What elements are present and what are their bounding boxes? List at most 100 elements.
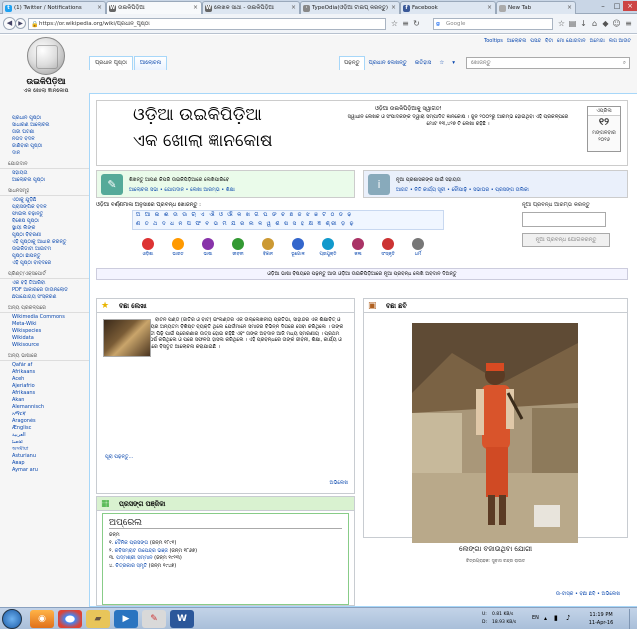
- item-link[interactable]: ଦୈନିକ ପ୍ରସଙ୍ଗ: [115, 540, 148, 546]
- sidebar-link[interactable]: Afrikaans: [0, 369, 90, 376]
- tab-facebook[interactable]: f Facebook ×: [400, 1, 496, 14]
- personal-link[interactable]: ଲଗ ଆଉଟ: [609, 38, 631, 44]
- featured-image[interactable]: [103, 319, 151, 357]
- close-icon[interactable]: ×: [193, 2, 198, 14]
- sidebar-link[interactable]: ସ୍ଥାୟୀ ଲିଙ୍କ: [0, 225, 90, 232]
- help-links[interactable]: ଆଗତ • ନିତି କାର୍ଯ୍ୟ ସୂଚୀ • ଚୌପାଢ଼ି • ସଭାଘ…: [396, 187, 529, 193]
- sidebar-link[interactable]: ତାଜା ଘଟଣା: [0, 129, 90, 136]
- alphabet-row[interactable]: ଅ ଆ ଇ ଈ ଉ ଊ ଋ ଏ ଐ ଓ ଔ କ ଖ ଗ ଘ ଙ ଚ ଛ ଜ ଝ …: [133, 211, 443, 220]
- firefox-icon[interactable]: ◉: [30, 610, 54, 628]
- tab-main-page[interactable]: ପ୍ରଧାନ ପୃଷ୍ଠା: [89, 56, 133, 70]
- sidebar-heading[interactable]: ଅନ୍ୟ ଭାଷାରେ: [0, 353, 90, 361]
- sidebar-link[interactable]: ବିଶେଷ ପୃଷ୍ଠା: [0, 218, 90, 225]
- personal-link[interactable]: ପସନ୍ଦ: [530, 38, 541, 44]
- sidebar-link[interactable]: Wikimedia Commons: [0, 314, 90, 321]
- portal-link[interactable]: କଳା: [348, 238, 368, 257]
- sidebar-link[interactable]: العربية: [0, 432, 90, 439]
- tab-lekhak[interactable]: W ଲେଖକ ସାଥୀ - ଉଇକିପିଡ଼ିଆ ×: [202, 1, 300, 14]
- sidebar-link[interactable]: ଏଠାକୁ ଯୁଡ଼ିଛି: [0, 197, 90, 204]
- portal-link[interactable]: ଧର୍ମ: [408, 238, 428, 257]
- close-icon[interactable]: ×: [291, 2, 296, 14]
- contribute-heading[interactable]: ଶିଖନ୍ତୁ ଆପଣ କିପରି ଉଇକିପିଡ଼ିଆରେ ଲେଖିପାରିବ…: [129, 177, 229, 183]
- search-icon[interactable]: ⌕: [623, 58, 626, 68]
- explorer-icon[interactable]: ▰: [86, 610, 110, 628]
- sync-icon[interactable]: ☺: [612, 19, 621, 28]
- watch-star-icon[interactable]: ☆: [435, 57, 448, 69]
- tray-arrow-icon[interactable]: ▴: [544, 615, 547, 622]
- chrome-icon[interactable]: [58, 610, 82, 628]
- wikipedia-logo[interactable]: ଉଇକିପିଡ଼ିଆ ଏକ ଖୋଲା ଜ୍ଞାନକୋଷ: [14, 37, 78, 99]
- personal-link[interactable]: Tooltips: [484, 38, 503, 44]
- sidebar-link[interactable]: Asturianu: [0, 453, 90, 460]
- sidebar-link[interactable]: ଏହି ପୃଷ୍ଠାକୁ ଆଧାର କରନ୍ତୁ: [0, 239, 90, 246]
- tab-talk[interactable]: ଆଲୋଚନା: [133, 56, 168, 70]
- sidebar-link[interactable]: አማርኛ: [0, 411, 90, 418]
- portal-link[interactable]: ଭାରତ: [168, 238, 188, 257]
- portal-link[interactable]: ଓଡ଼ିଶା: [138, 238, 158, 257]
- library-icon[interactable]: ▤: [568, 19, 577, 28]
- sidebar-link[interactable]: Afrikaans: [0, 390, 90, 397]
- sidebar-link[interactable]: ଏକ ବହି ତିଆରିବା: [0, 280, 90, 287]
- sidebar-link[interactable]: Wikisource: [0, 342, 90, 349]
- item-link[interactable]: ପଦ୍ମଶ୍ରୀ ସମ୍ମାନ: [116, 555, 152, 561]
- tab-typeodia[interactable]: · TypeOdia(ଓଡ଼ିଆ ଟାଇପ୍ କରନ୍ତୁ) ×: [300, 1, 400, 14]
- clock[interactable]: 11:19 PM 11-Apr-16: [581, 611, 621, 627]
- sidebar-link[interactable]: Akan: [0, 397, 90, 404]
- download-icon[interactable]: ↓: [579, 19, 588, 28]
- portal-link[interactable]: ସଂସ୍କୃତି: [378, 238, 398, 257]
- sidebar-link[interactable]: অসমীয়া: [0, 446, 90, 453]
- sidebar-link[interactable]: Ænglisc: [0, 425, 90, 432]
- sidebar-link[interactable]: ସାଧାରଣ ଆଲୋଚନା: [0, 122, 90, 129]
- close-icon[interactable]: ×: [391, 2, 396, 14]
- sidebar-heading[interactable]: ଅନ୍ୟ ପ୍ରକଳ୍ପରେ: [0, 305, 90, 313]
- reload-icon[interactable]: ↻: [412, 19, 421, 28]
- address-bar[interactable]: 🔒 https://or.wikipedia.org/wiki/ପ୍ରଧାନ_ପ…: [28, 18, 386, 30]
- archive-link[interactable]: ଅଭିଲେଖ: [330, 480, 348, 486]
- home-icon[interactable]: ⌂: [590, 19, 599, 28]
- bookmark-star-icon[interactable]: ☆: [390, 19, 399, 28]
- sidebar-link[interactable]: ଉଇକିଡାଟା ଆଇଟମ: [0, 246, 90, 253]
- sidebar-link[interactable]: Wikidata: [0, 335, 90, 342]
- sidebar-link[interactable]: ܐܪܡܝܐ: [0, 439, 90, 446]
- sidebar-heading[interactable]: ଯୋଗଦାନ: [0, 161, 90, 169]
- portal-link[interactable]: ପ୍ରଯୁକ୍ତି: [318, 238, 338, 257]
- sidebar-link[interactable]: Ajeriafrio: [0, 383, 90, 390]
- sidebar-link[interactable]: Meta-Wiki: [0, 321, 90, 328]
- star-list-icon[interactable]: ☆: [557, 19, 566, 28]
- personal-link[interactable]: ମୋ ଯୋଗଦାନ: [557, 38, 586, 44]
- sidebar-link[interactable]: Wikispecies: [0, 328, 90, 335]
- tab-wikipedia[interactable]: W ଉଇକିପିଡ଼ିଆ ×: [106, 1, 202, 15]
- addon-icon[interactable]: ◆: [601, 19, 610, 28]
- sidebar-link[interactable]: ନଗଦ ବଦଳ: [0, 136, 90, 143]
- forward-button[interactable]: ▶: [15, 18, 26, 29]
- sidebar-link[interactable]: ଦାନ: [0, 150, 90, 157]
- item-link[interactable]: ଚିତ୍ରକାର ସ୍ମୃତି: [115, 563, 147, 569]
- paint-icon[interactable]: ✎: [142, 610, 166, 628]
- contribute-links[interactable]: ଆଲୋଚନା ସଭା • ଯୋଗଦାନ • ଲେଖା ଆରମ୍ଭ • ଶିକ୍ଷ…: [129, 187, 235, 193]
- sidebar-link[interactable]: ପୃଷ୍ଠା ବିବରଣୀ: [0, 232, 90, 239]
- start-button[interactable]: [2, 609, 22, 629]
- sidebar-link[interactable]: ଜାଣିବାର ପୃଷ୍ଠା: [0, 143, 90, 150]
- sidebar-link[interactable]: Aragonés: [0, 418, 90, 425]
- sidebar-link[interactable]: ଆଲୋଚନା ପୃଷ୍ଠା: [0, 177, 90, 184]
- tab-view-source[interactable]: ପ୍ରଧାନ ଲେଖନ୍ତୁ: [365, 57, 411, 70]
- read-more-link[interactable]: ପୂରା ପଢ଼ନ୍ତୁ...: [105, 454, 133, 460]
- volume-icon[interactable]: ♪: [566, 614, 570, 622]
- sidebar-link[interactable]: ପୃଷ୍ଠା ଛାପନ୍ତୁ: [0, 253, 90, 260]
- network-icon[interactable]: ▮: [554, 614, 558, 622]
- personal-link[interactable]: ବିଟା: [545, 38, 553, 44]
- tab-new[interactable]: New Tab ×: [496, 1, 576, 14]
- media-player-icon[interactable]: ▶: [114, 610, 138, 628]
- help-heading[interactable]: ନୂଆ ପ୍ରଶାସକଙ୍କ ପାଇଁ ସହାୟତା: [396, 177, 461, 183]
- portal-link[interactable]: ଜୀବନୀ: [228, 238, 248, 257]
- tab-read[interactable]: ପଢ଼ନ୍ତୁ: [339, 56, 365, 70]
- featured-photo[interactable]: [412, 323, 578, 543]
- personal-link[interactable]: ଅମେଗା: [590, 38, 605, 44]
- sidebar-link[interactable]: Qafár af: [0, 362, 90, 369]
- sidebar-link[interactable]: ପ୍ରଧାନ ପୃଷ୍ଠା: [0, 115, 90, 122]
- menu-icon[interactable]: ≡: [624, 19, 633, 28]
- sidebar-heading[interactable]: ସାଧନସମୂହ: [0, 188, 90, 196]
- sidebar-link[interactable]: ଏହି ପୃଷ୍ଠା ବାବଦରେ: [0, 260, 90, 267]
- close-icon[interactable]: ×: [487, 2, 492, 14]
- word-icon[interactable]: W: [170, 610, 194, 628]
